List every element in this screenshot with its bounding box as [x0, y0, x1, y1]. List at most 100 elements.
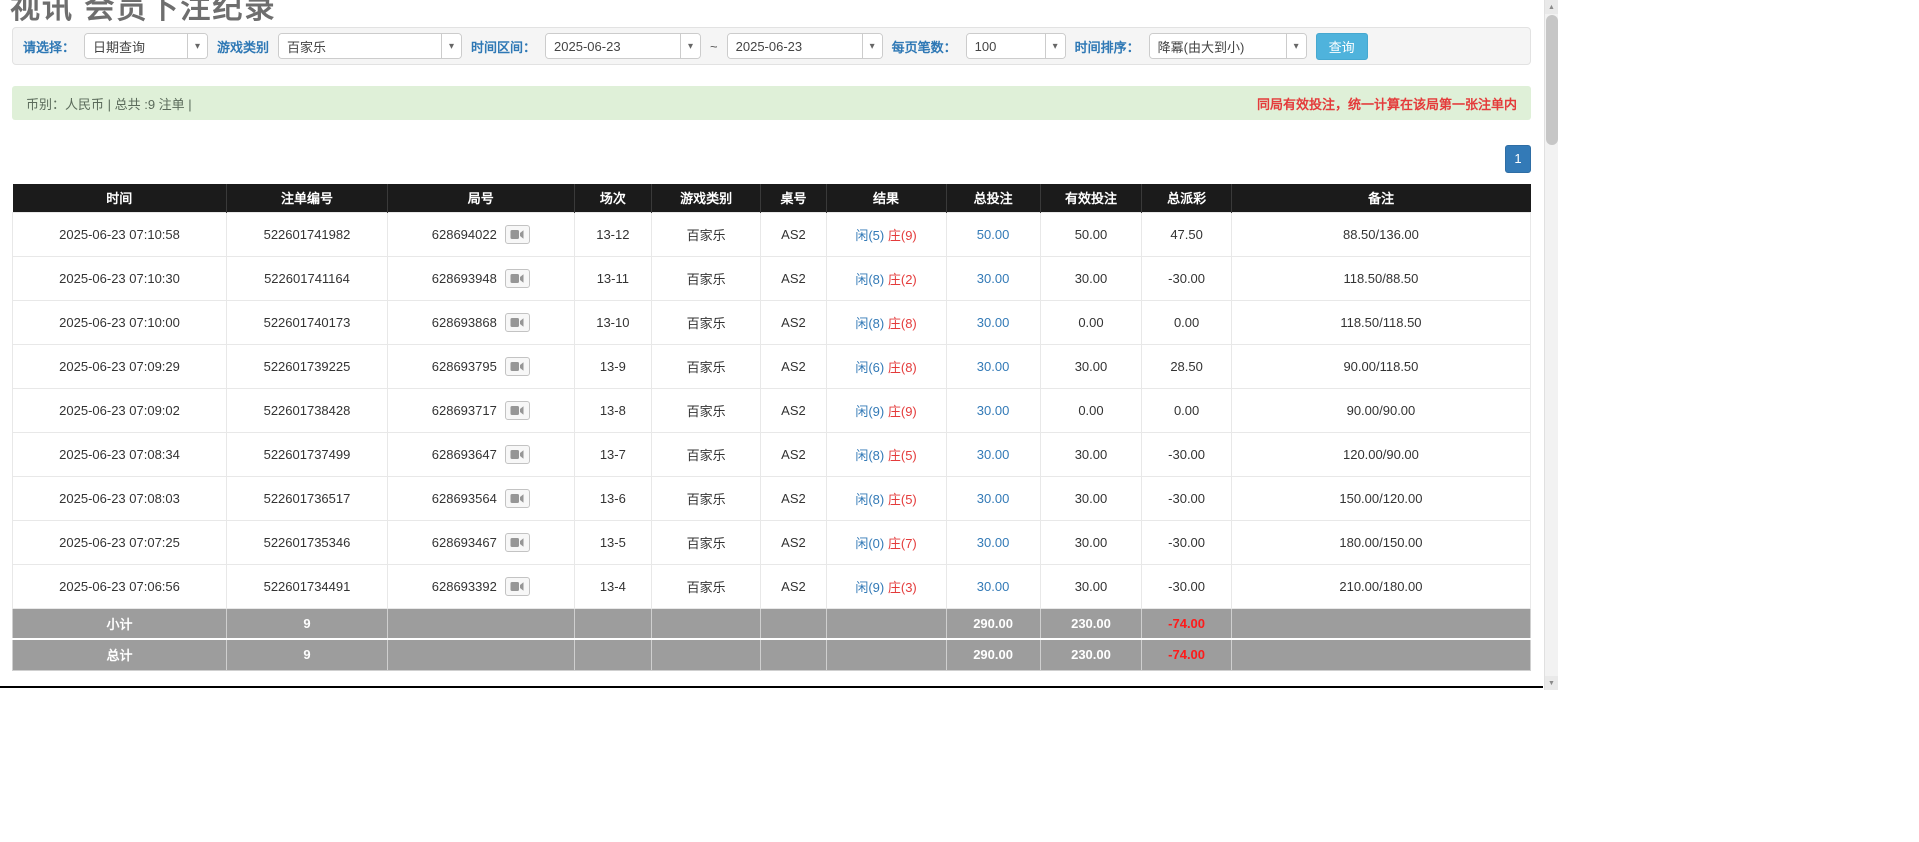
- chevron-down-icon[interactable]: ▾: [1286, 34, 1306, 58]
- game-type-cell: 百家乐: [652, 520, 761, 564]
- result-cell: 闲(0) 庄(7): [826, 520, 946, 564]
- round-id-cell: 628694022: [387, 212, 574, 256]
- total-bet-link[interactable]: 30.00: [977, 579, 1010, 594]
- video-camera-icon[interactable]: [505, 533, 530, 552]
- game-type-cell: 百家乐: [652, 564, 761, 608]
- video-camera-icon[interactable]: [505, 225, 530, 244]
- page-size-input[interactable]: [967, 34, 1045, 58]
- round-number: 628694022: [432, 227, 497, 242]
- result-cell: 闲(8) 庄(5): [826, 476, 946, 520]
- sort-order-select[interactable]: ▾: [1149, 33, 1307, 59]
- player-result: 闲(8): [855, 316, 884, 331]
- date-from-input[interactable]: [546, 34, 680, 58]
- session-cell: 13-12: [574, 212, 651, 256]
- video-camera-icon[interactable]: [505, 489, 530, 508]
- total-bet-link[interactable]: 30.00: [977, 447, 1010, 462]
- player-result: 闲(5): [855, 228, 884, 243]
- sort-order-input[interactable]: [1150, 34, 1286, 58]
- chevron-down-icon[interactable]: ▾: [862, 34, 882, 58]
- vertical-scrollbar[interactable]: ▲ ▼: [1544, 0, 1558, 690]
- footer-payout-cell: -74.00: [1142, 639, 1232, 670]
- game-type-cell: 百家乐: [652, 388, 761, 432]
- page-size-select[interactable]: ▾: [966, 33, 1066, 59]
- table-no-cell: AS2: [761, 300, 826, 344]
- video-camera-icon[interactable]: [505, 269, 530, 288]
- total-bet-cell: 30.00: [946, 388, 1040, 432]
- banker-result: 庄(7): [888, 536, 917, 551]
- footer-empty-cell: [761, 608, 826, 639]
- table-row: 2025-06-23 07:10:30522601741164628693948…: [13, 256, 1531, 300]
- total-bet-link[interactable]: 30.00: [977, 315, 1010, 330]
- game-type-input[interactable]: [279, 34, 441, 58]
- query-type-label: 请选择：: [23, 37, 75, 56]
- chevron-down-icon[interactable]: ▾: [1045, 34, 1065, 58]
- date-range-label: 时间区间：: [471, 37, 536, 56]
- date-to-input[interactable]: [728, 34, 862, 58]
- page-1-button[interactable]: 1: [1505, 145, 1531, 173]
- date-from-select[interactable]: ▾: [545, 33, 701, 59]
- summary-bar: 币别：人民币 | 总共 :9 注单 | 同局有效投注，统一计算在该局第一张注单内: [12, 86, 1531, 120]
- payout-cell: -30.00: [1142, 256, 1232, 300]
- session-cell: 13-6: [574, 476, 651, 520]
- game-type-cell: 百家乐: [652, 256, 761, 300]
- footer-valid-bet-cell: 230.00: [1040, 639, 1142, 670]
- time-cell: 2025-06-23 07:06:56: [13, 564, 227, 608]
- footer-empty-cell: [826, 608, 946, 639]
- records-table: 时间注单编号局号场次游戏类别桌号结果总投注有效投注总派彩备注 2025-06-2…: [12, 184, 1531, 671]
- date-to-select[interactable]: ▾: [727, 33, 883, 59]
- scroll-down-arrow-icon[interactable]: ▼: [1545, 676, 1558, 690]
- round-number: 628693717: [432, 403, 497, 418]
- summary-currency-count: 币别：人民币 | 总共 :9 注单 |: [26, 94, 192, 113]
- valid-bet-cell: 30.00: [1040, 344, 1142, 388]
- video-camera-icon[interactable]: [505, 445, 530, 464]
- video-camera-icon[interactable]: [505, 401, 530, 420]
- round-number: 628693948: [432, 271, 497, 286]
- chevron-down-icon[interactable]: ▾: [187, 34, 207, 58]
- content-bottom-border: [0, 686, 1543, 688]
- table-no-cell: AS2: [761, 212, 826, 256]
- col-header-game-type: 游戏类别: [652, 184, 761, 212]
- game-type-select[interactable]: ▾: [278, 33, 462, 59]
- search-button[interactable]: 查询: [1316, 33, 1368, 60]
- table-no-cell: AS2: [761, 344, 826, 388]
- round-id-cell: 628693647: [387, 432, 574, 476]
- player-result: 闲(9): [855, 404, 884, 419]
- result-cell: 闲(8) 庄(2): [826, 256, 946, 300]
- total-bet-link[interactable]: 30.00: [977, 403, 1010, 418]
- table-row: 2025-06-23 07:08:34522601737499628693647…: [13, 432, 1531, 476]
- round-id-cell: 628693467: [387, 520, 574, 564]
- total-bet-link[interactable]: 30.00: [977, 271, 1010, 286]
- valid-bet-cell: 50.00: [1040, 212, 1142, 256]
- footer-empty-cell: [761, 639, 826, 670]
- chevron-down-icon[interactable]: ▾: [441, 34, 461, 58]
- video-camera-icon[interactable]: [505, 577, 530, 596]
- total-bet-link[interactable]: 30.00: [977, 359, 1010, 374]
- bet-id-cell: 522601735346: [227, 520, 388, 564]
- query-type-input[interactable]: [85, 34, 187, 58]
- valid-bet-cell: 0.00: [1040, 388, 1142, 432]
- total-bet-link[interactable]: 50.00: [977, 227, 1010, 242]
- video-camera-icon[interactable]: [505, 313, 530, 332]
- table-row: 2025-06-23 07:06:56522601734491628693392…: [13, 564, 1531, 608]
- round-number: 628693467: [432, 535, 497, 550]
- valid-bet-cell: 30.00: [1040, 476, 1142, 520]
- col-header-bet-id: 注单编号: [227, 184, 388, 212]
- col-header-session: 场次: [574, 184, 651, 212]
- total-bet-cell: 30.00: [946, 344, 1040, 388]
- scrollbar-thumb[interactable]: [1546, 15, 1558, 145]
- round-number: 628693564: [432, 491, 497, 506]
- bet-id-cell: 522601737499: [227, 432, 388, 476]
- session-cell: 13-7: [574, 432, 651, 476]
- total-bet-link[interactable]: 30.00: [977, 491, 1010, 506]
- chevron-down-icon[interactable]: ▾: [680, 34, 700, 58]
- total-bet-cell: 30.00: [946, 300, 1040, 344]
- round-number: 628693868: [432, 315, 497, 330]
- round-number: 628693392: [432, 579, 497, 594]
- scroll-up-arrow-icon[interactable]: ▲: [1545, 0, 1558, 14]
- remark-cell: 118.50/118.50: [1231, 300, 1530, 344]
- query-type-select[interactable]: ▾: [84, 33, 208, 59]
- video-camera-icon[interactable]: [505, 357, 530, 376]
- round-number: 628693795: [432, 359, 497, 374]
- game-type-cell: 百家乐: [652, 344, 761, 388]
- total-bet-link[interactable]: 30.00: [977, 535, 1010, 550]
